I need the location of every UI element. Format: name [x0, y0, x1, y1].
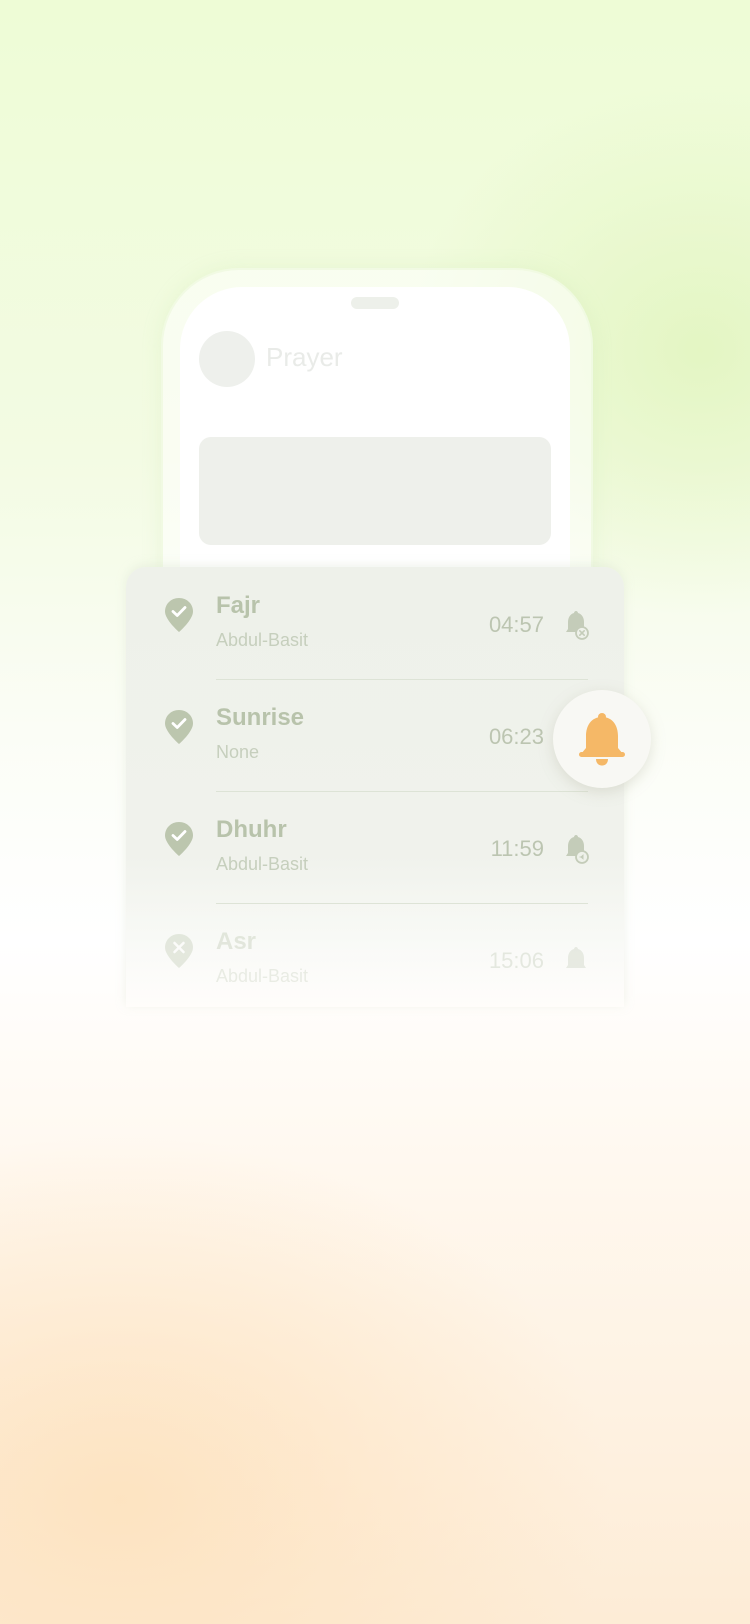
bell-sound-icon[interactable]	[562, 834, 590, 864]
page-title: Prayer	[266, 342, 343, 372]
map-pin-check-icon	[165, 822, 193, 856]
prayer-reciter: None	[216, 742, 260, 762]
bell-icon	[579, 713, 625, 766]
phone-notch	[351, 297, 399, 309]
prayer-reciter: Abdul-Basit	[216, 966, 309, 986]
map-pin-x-icon	[165, 934, 193, 968]
prayer-name: Fajr	[216, 592, 261, 619]
prayer-reciter: Abdul-Basit	[216, 854, 309, 874]
bell-muted-icon[interactable]	[562, 610, 590, 640]
map-pin-check-icon	[165, 710, 193, 744]
prayer-reciter: Abdul-Basit	[216, 630, 309, 650]
map-pin-check-icon	[165, 598, 193, 632]
prayer-time: 11:59	[490, 836, 544, 861]
bell-icon[interactable]	[562, 946, 590, 976]
prayer-time: 04:57	[488, 612, 544, 637]
prayer-time: 15:06	[488, 948, 544, 973]
prayer-name: Dhuhr	[216, 816, 287, 843]
notification-bell-button[interactable]	[553, 690, 651, 788]
prayer-row-asr[interactable]: Asr Abdul-Basit 15:06	[126, 903, 624, 1015]
prayer-name: Asr	[216, 928, 257, 955]
prayer-time: 06:23	[488, 724, 544, 749]
placeholder-card	[199, 437, 551, 545]
prayer-row-dhuhr[interactable]: Dhuhr Abdul-Basit 11:59	[126, 791, 624, 903]
prayer-name: Sunrise	[216, 704, 305, 731]
prayer-list: Fajr Abdul-Basit 04:57 Sunrise None 06:2…	[126, 567, 624, 1007]
prayer-row-sunrise[interactable]: Sunrise None 06:23	[126, 679, 624, 791]
avatar	[199, 331, 255, 387]
prayer-row-fajr[interactable]: Fajr Abdul-Basit 04:57	[126, 567, 624, 679]
